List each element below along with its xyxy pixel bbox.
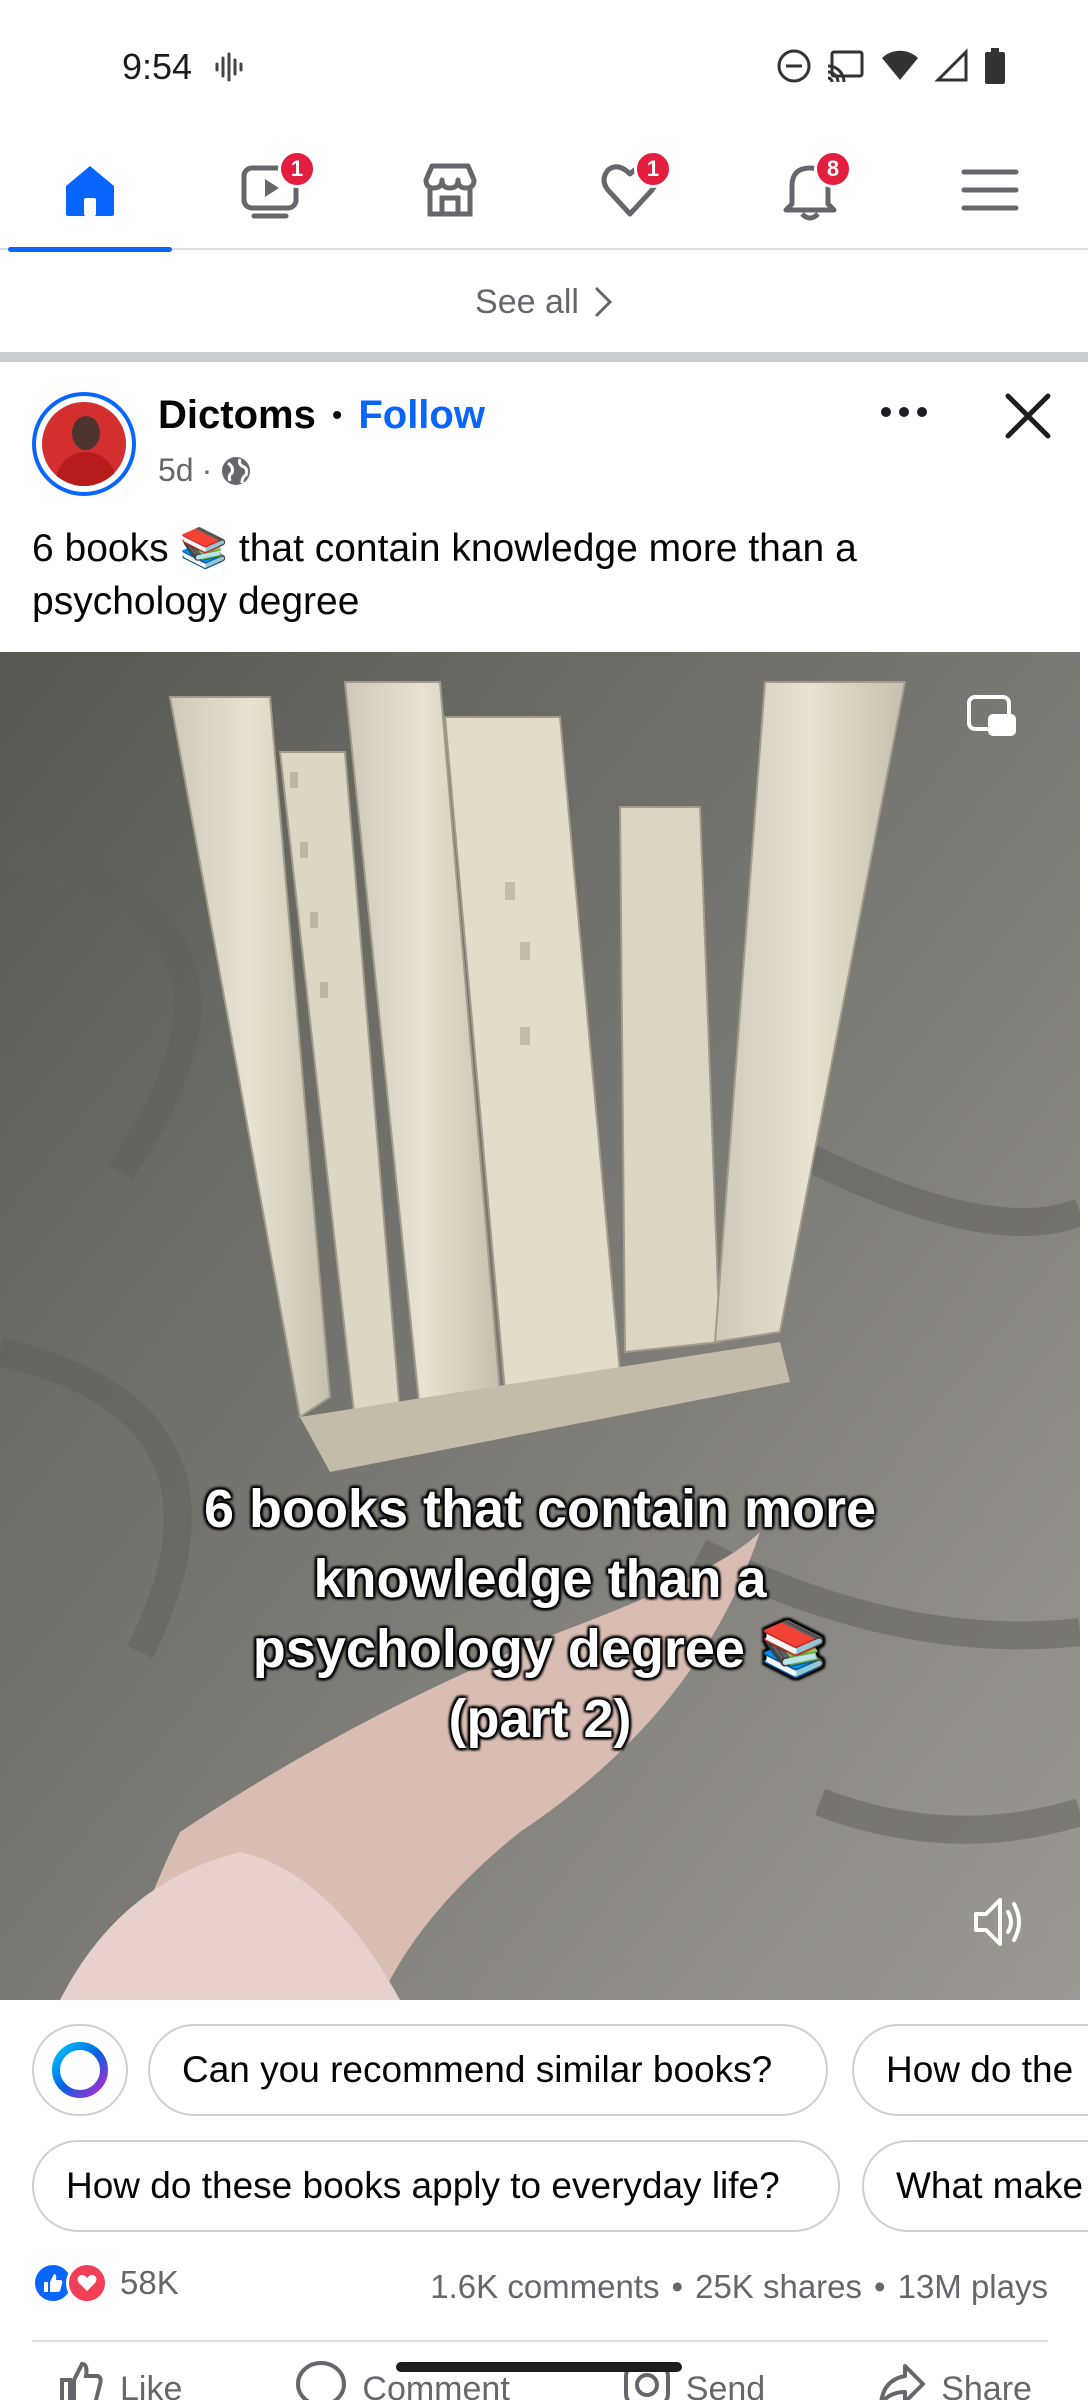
status-bar: 9:54 [0,0,1088,130]
post-stats: 1.6K comments • 25K shares • 13M plays [430,2268,1048,2306]
author-line: Dictoms • Follow [158,393,485,438]
tab-dating[interactable]: 1 [540,130,720,250]
tab-home[interactable] [0,130,180,252]
top-nav: 1 1 8 [0,130,1088,252]
suggestion-chip[interactable]: Can you recommend similar books? [148,2024,828,2116]
ai-assistant-button[interactable] [32,2024,128,2116]
stats-dot: • [671,2268,684,2305]
author-separator: • [331,398,343,432]
video-frame [0,652,1080,2000]
books-emoji: 📚 [179,527,229,570]
tab-video[interactable]: 1 [180,130,360,250]
more-options-button[interactable] [872,392,936,432]
tab-notifications-badge: 8 [814,150,852,188]
follow-button[interactable]: Follow [358,393,485,438]
globe-icon [222,456,251,485]
share-icon [879,2364,926,2400]
suggestion-chip[interactable]: How do these books apply to everyday lif… [32,2140,840,2232]
send-label: Send [685,2370,766,2400]
post-video[interactable]: 6 books that contain more knowledge than… [0,652,1080,2000]
overlay-line-4: (part 2) [448,1689,632,1749]
overlay-line-2: knowledge than a [313,1549,767,1609]
status-icons [776,48,1006,84]
tab-marketplace[interactable] [360,130,540,250]
suggestion-chip[interactable]: How do the [852,2024,1088,2116]
author-name[interactable]: Dictoms [158,393,316,438]
close-icon[interactable] [998,386,1058,446]
home-indicator[interactable] [396,2362,682,2372]
stats-dot: • [874,2268,886,2305]
overlay-line-1: 6 books that contain more [203,1479,877,1539]
meta-separator: · [201,452,213,488]
share-button[interactable]: Share [877,2358,1032,2400]
post-caption: 6 books 📚 that contain knowledge more th… [32,522,1052,628]
post-meta: 5d · [158,452,252,489]
share-label: Share [941,2370,1032,2400]
like-button[interactable]: Like [56,2358,182,2400]
plays-count: 13M plays [897,2268,1048,2305]
shares-count[interactable]: 25K shares [695,2268,862,2306]
meta-ai-icon [52,2042,108,2098]
battery-icon [985,48,1005,84]
do-not-disturb-icon [777,49,811,83]
suggestion-chip[interactable]: What make [862,2140,1088,2232]
overlay-line-3: psychology degree 📚 [252,1619,828,1679]
wifi-icon [882,50,918,80]
like-label: Like [120,2370,183,2400]
see-all-link[interactable]: See all [0,252,1088,352]
status-time: 9:54 [122,46,193,87]
comment-icon [296,2361,347,2400]
chevron-right-icon [594,286,613,318]
avatar[interactable] [32,392,136,496]
volume-icon[interactable] [970,1894,1026,1950]
reactions-summary[interactable]: 58K [32,2262,179,2304]
action-divider [32,2340,1048,2342]
video-overlay-text: 6 books that contain more knowledge than… [0,1474,1080,1754]
reaction-count: 58K [120,2264,179,2301]
comments-count[interactable]: 1.6K comments [430,2268,659,2306]
picture-in-picture-icon[interactable] [966,694,1020,740]
tab-menu[interactable] [900,130,1080,250]
see-all-label: See all [475,282,579,321]
post-time: 5d [158,452,194,488]
thumbs-up-icon [60,2361,103,2400]
home-icon [66,166,114,216]
tab-video-badge: 1 [278,150,316,188]
marketplace-icon [423,163,477,217]
voice-waveform-icon [215,52,243,82]
love-reaction-icon [66,2262,108,2304]
caption-text-start: 6 books [32,527,169,570]
cast-icon [827,50,864,83]
menu-icon [961,169,1019,211]
cell-signal-icon [934,48,968,82]
tab-notifications[interactable]: 8 [720,130,900,250]
tab-dating-badge: 1 [634,150,672,188]
feed-separator [0,352,1088,362]
